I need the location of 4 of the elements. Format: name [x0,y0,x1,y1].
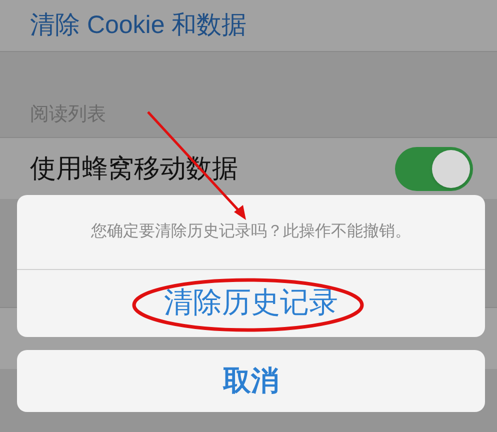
confirm-message: 您确定要清除历史记录吗？此操作不能撤销。 [91,222,411,242]
toggle-switch[interactable] [395,146,473,190]
cancel-button[interactable]: 取消 [17,350,485,412]
clear-history-button[interactable]: 清除历史记录 [156,282,346,326]
